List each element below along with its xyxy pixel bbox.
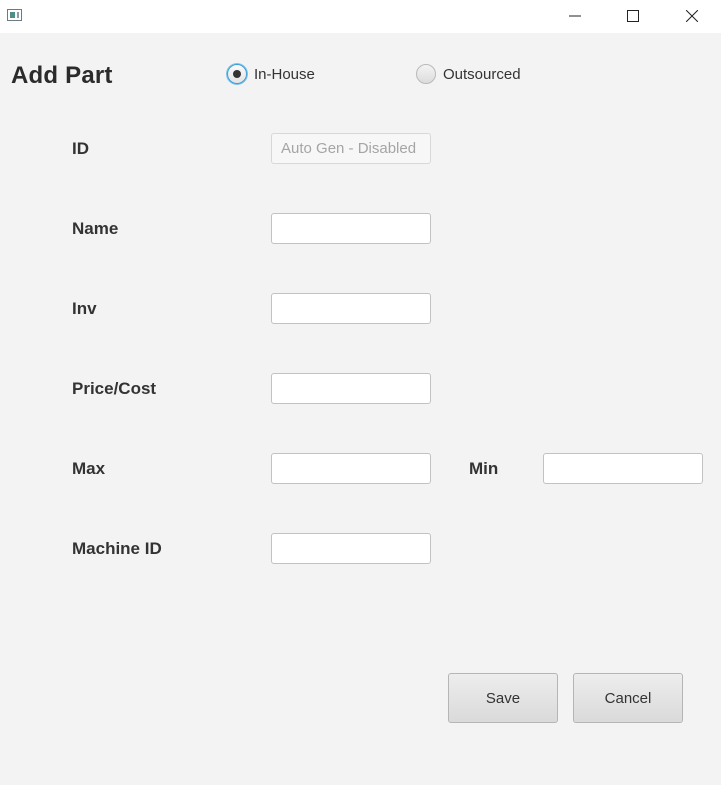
max-label: Max [72,459,106,478]
page-title: Add Part [11,62,113,89]
min-field[interactable] [543,453,703,484]
radio-in-house-label: In-House [254,66,315,83]
machine-id-field[interactable] [271,533,431,564]
radio-selected-icon [227,64,247,84]
radio-outsourced-label: Outsourced [443,66,521,83]
price-cost-label: Price/Cost [72,379,157,398]
cancel-button[interactable]: Cancel [573,673,683,723]
app-icon [7,9,22,21]
min-label: Min [469,459,499,478]
close-button[interactable] [669,0,715,33]
maximize-button[interactable] [610,0,656,33]
radio-unselected-icon [416,64,436,84]
close-icon [686,10,698,22]
name-field[interactable] [271,213,431,244]
price-cost-field[interactable] [271,373,431,404]
name-label: Name [72,219,119,238]
machine-id-label: Machine ID [72,539,162,558]
save-button[interactable]: Save [448,673,558,723]
inv-label: Inv [72,299,97,318]
id-field [271,133,431,164]
inv-field[interactable] [271,293,431,324]
minimize-icon [569,15,581,17]
max-field[interactable] [271,453,431,484]
title-bar [0,0,721,33]
id-label: ID [72,139,89,158]
minimize-button[interactable] [552,0,598,33]
maximize-icon [627,10,639,22]
